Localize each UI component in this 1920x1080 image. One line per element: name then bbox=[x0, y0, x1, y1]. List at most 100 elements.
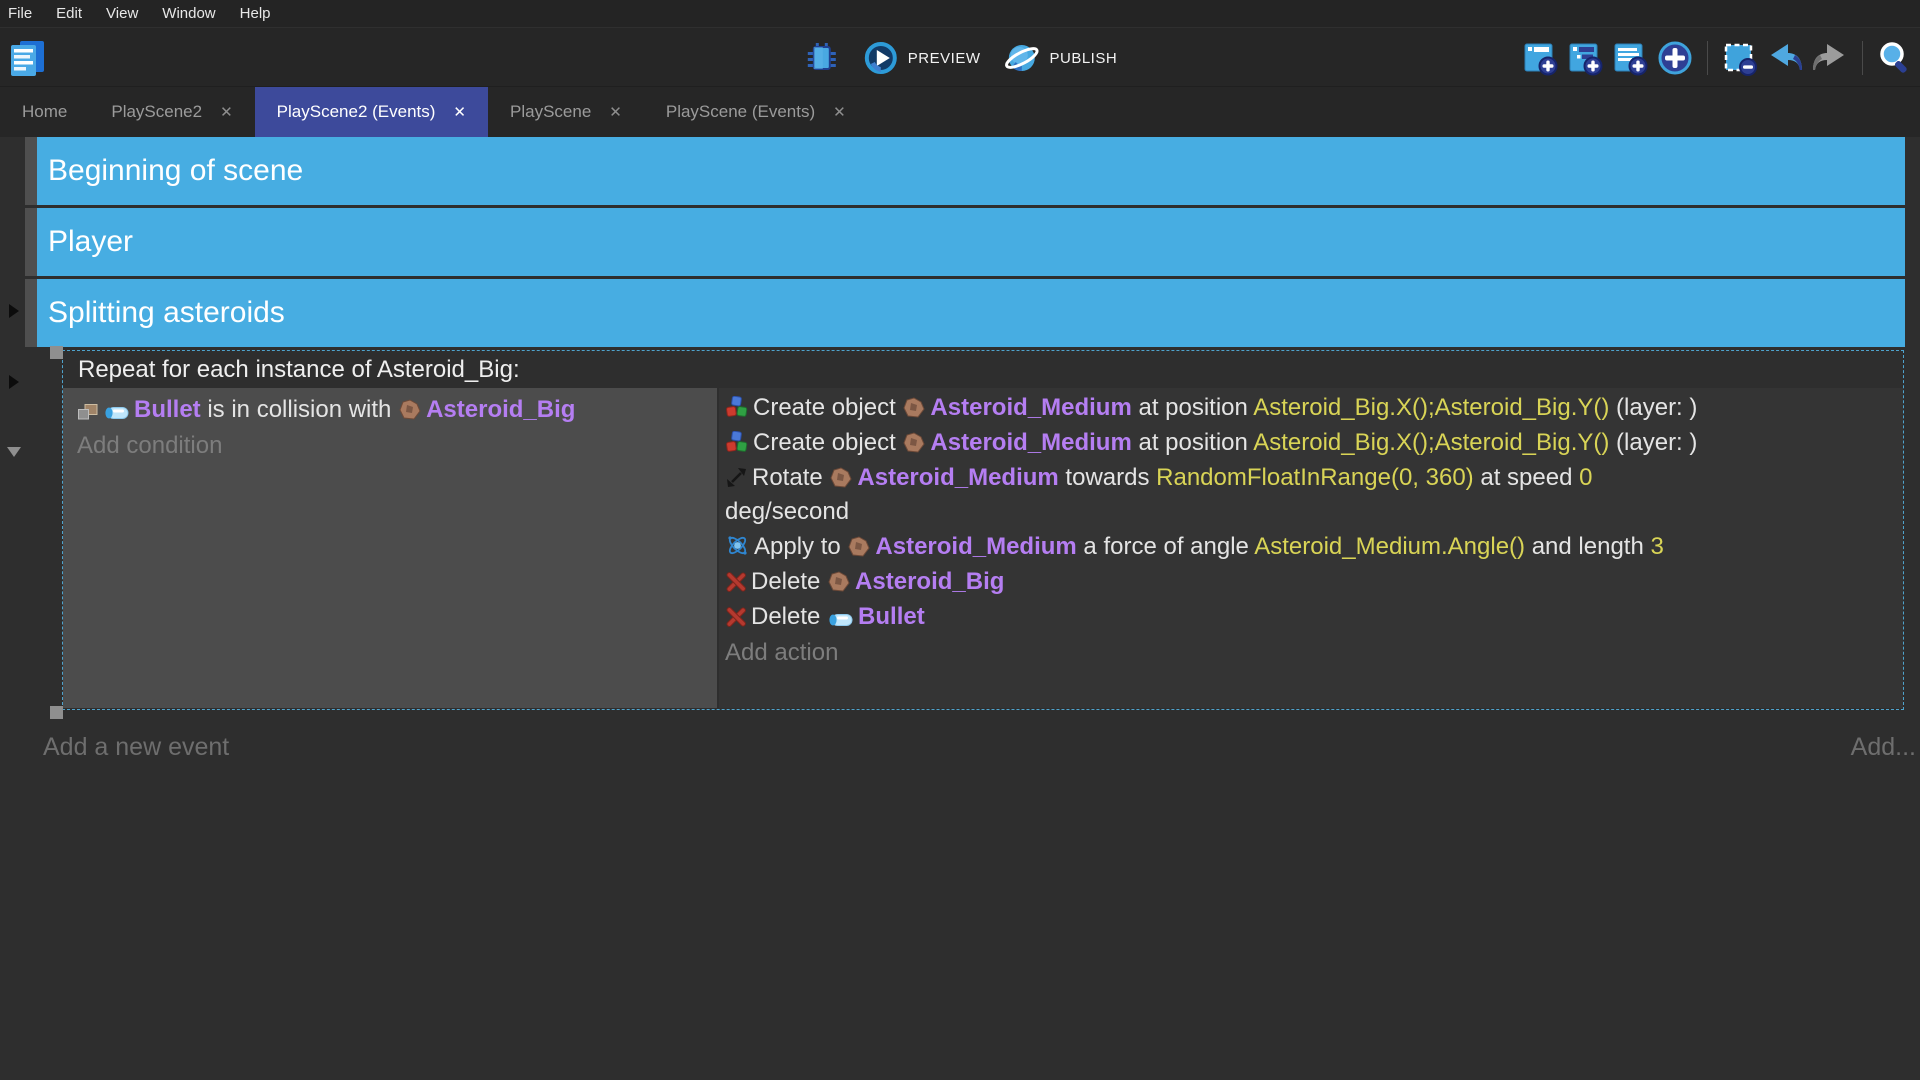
action-row[interactable]: Rotate Asteroid_Medium towards RandomFlo… bbox=[725, 461, 1889, 529]
add-condition-button[interactable]: Add condition bbox=[77, 429, 709, 463]
instruction-text: is in collision with bbox=[201, 396, 398, 423]
object-name: Asteroid_Big bbox=[426, 396, 575, 423]
menu-help[interactable]: Help bbox=[228, 0, 283, 27]
object-name: Bullet bbox=[134, 396, 201, 423]
collapse-group-icon[interactable] bbox=[9, 304, 19, 318]
redo-button[interactable] bbox=[1811, 39, 1849, 77]
instruction-text: Apply to bbox=[754, 533, 847, 560]
event-group-splitting-asteroids[interactable]: Splitting asteroids bbox=[37, 279, 1905, 347]
actions-panel[interactable]: Create object Asteroid_Medium at positio… bbox=[719, 388, 1903, 708]
menu-window[interactable]: Window bbox=[150, 0, 227, 27]
add-subevent-icon bbox=[1567, 40, 1603, 76]
tab-playscene2-events[interactable]: PlayScene2 (Events) ✕ bbox=[255, 87, 488, 137]
add-event-button[interactable] bbox=[1521, 39, 1559, 77]
search-button[interactable] bbox=[1876, 39, 1914, 77]
object-name: Asteroid_Big bbox=[855, 568, 1004, 595]
expression-value: 0 bbox=[1579, 464, 1592, 491]
asteroid-icon bbox=[828, 571, 850, 592]
instruction-text: Delete bbox=[751, 603, 827, 630]
conditions-panel[interactable]: Bullet is in collision with Asteroid_Big… bbox=[63, 388, 719, 708]
search-icon bbox=[1876, 39, 1914, 77]
instruction-text: a force of angle bbox=[1077, 533, 1254, 560]
close-tab-icon[interactable]: ✕ bbox=[220, 103, 233, 121]
tab-bar: Home PlayScene2 ✕ PlayScene2 (Events) ✕ … bbox=[0, 87, 1920, 137]
create-object-icon bbox=[726, 431, 748, 453]
tab-label: PlayScene2 bbox=[111, 102, 202, 122]
tab-home[interactable]: Home bbox=[0, 87, 89, 137]
instruction-text: towards bbox=[1059, 464, 1156, 491]
action-row[interactable]: Create object Asteroid_Medium at positio… bbox=[725, 426, 1889, 460]
menu-edit[interactable]: Edit bbox=[44, 0, 94, 27]
repeat-event-header[interactable]: Repeat for each instance of Asteroid_Big… bbox=[63, 351, 1903, 388]
bullet-icon bbox=[104, 406, 129, 420]
asteroid-icon bbox=[848, 536, 870, 557]
instruction-text: (layer: ) bbox=[1609, 429, 1697, 456]
delete-selection-button[interactable] bbox=[1721, 39, 1759, 77]
action-row[interactable]: Delete Bullet bbox=[725, 600, 1889, 634]
event-group-beginning-of-scene[interactable]: Beginning of scene bbox=[37, 137, 1905, 205]
instruction-text: at position bbox=[1132, 394, 1253, 421]
expand-group-icon[interactable] bbox=[7, 447, 21, 457]
instruction-text: and length bbox=[1525, 533, 1650, 560]
gdevelop-events-logo-icon bbox=[6, 36, 50, 85]
collapse-group-icon[interactable] bbox=[9, 375, 19, 389]
bullet-icon bbox=[828, 613, 853, 627]
instruction-text: at speed bbox=[1474, 464, 1579, 491]
add-comment-button[interactable] bbox=[1611, 39, 1649, 77]
instruction-text: Create object bbox=[753, 394, 902, 421]
event-group-player[interactable]: Player bbox=[37, 208, 1905, 276]
close-tab-icon[interactable]: ✕ bbox=[609, 103, 622, 121]
create-object-icon bbox=[726, 396, 748, 418]
tab-playscene-events[interactable]: PlayScene (Events) ✕ bbox=[644, 87, 868, 137]
preview-button[interactable]: PREVIEW bbox=[863, 40, 981, 76]
instruction-text: Rotate bbox=[752, 464, 829, 491]
preview-label: PREVIEW bbox=[908, 50, 981, 67]
menu-view[interactable]: View bbox=[94, 0, 150, 27]
toolbar-separator bbox=[1707, 41, 1708, 75]
asteroid-icon bbox=[903, 432, 925, 453]
tab-label: PlayScene2 (Events) bbox=[277, 102, 436, 122]
preview-play-icon bbox=[863, 40, 899, 76]
tab-playscene[interactable]: PlayScene ✕ bbox=[488, 87, 644, 137]
menu-bar: File Edit View Window Help bbox=[0, 0, 1920, 27]
tab-label: PlayScene (Events) bbox=[666, 102, 815, 122]
events-sheet: Beginning of scene Player Splitting aste… bbox=[0, 137, 1920, 1080]
selection-handle[interactable] bbox=[50, 706, 63, 719]
expression-value: 3 bbox=[1650, 533, 1663, 560]
repeat-event[interactable]: Repeat for each instance of Asteroid_Big… bbox=[62, 350, 1904, 710]
undo-button[interactable] bbox=[1766, 39, 1804, 77]
object-name: Asteroid_Medium bbox=[857, 464, 1058, 491]
action-row[interactable]: Apply to Asteroid_Medium a force of angl… bbox=[725, 530, 1889, 564]
action-row[interactable]: Create object Asteroid_Medium at positio… bbox=[725, 391, 1889, 425]
apply-force-icon bbox=[726, 534, 749, 557]
action-row[interactable]: Delete Asteroid_Big bbox=[725, 565, 1889, 599]
add-action-button[interactable]: Add action bbox=[725, 636, 1889, 670]
condition-row[interactable]: Bullet is in collision with Asteroid_Big bbox=[77, 393, 709, 427]
tab-playscene2[interactable]: PlayScene2 ✕ bbox=[89, 87, 254, 137]
close-tab-icon[interactable]: ✕ bbox=[453, 103, 466, 121]
close-tab-icon[interactable]: ✕ bbox=[833, 103, 846, 121]
object-name: Asteroid_Medium bbox=[875, 533, 1076, 560]
add-button[interactable]: Add... bbox=[1851, 733, 1916, 762]
add-comment-icon bbox=[1612, 40, 1648, 76]
menu-file[interactable]: File bbox=[8, 0, 44, 27]
redo-icon bbox=[1811, 39, 1849, 77]
add-more-button[interactable] bbox=[1656, 39, 1694, 77]
debug-button[interactable] bbox=[803, 39, 841, 77]
collision-icon bbox=[78, 404, 98, 420]
instruction-text: deg/second bbox=[725, 498, 849, 525]
asteroid-icon bbox=[399, 399, 421, 420]
undo-icon bbox=[1766, 39, 1804, 77]
selection-handle[interactable] bbox=[50, 346, 63, 359]
publish-button[interactable]: PUBLISH bbox=[1002, 39, 1117, 77]
instruction-text: at position bbox=[1132, 429, 1253, 456]
add-new-event-button[interactable]: Add a new event bbox=[43, 733, 229, 762]
delete-icon bbox=[726, 607, 746, 627]
add-event-icon bbox=[1522, 40, 1558, 76]
expression-value: Asteroid_Big.X();Asteroid_Big.Y() bbox=[1253, 394, 1609, 421]
object-name: Asteroid_Medium bbox=[930, 394, 1131, 421]
add-subevent-button[interactable] bbox=[1566, 39, 1604, 77]
instruction-text: Create object bbox=[753, 429, 902, 456]
toolbar: PREVIEW PUBLISH bbox=[0, 27, 1920, 87]
publish-label: PUBLISH bbox=[1049, 50, 1117, 67]
